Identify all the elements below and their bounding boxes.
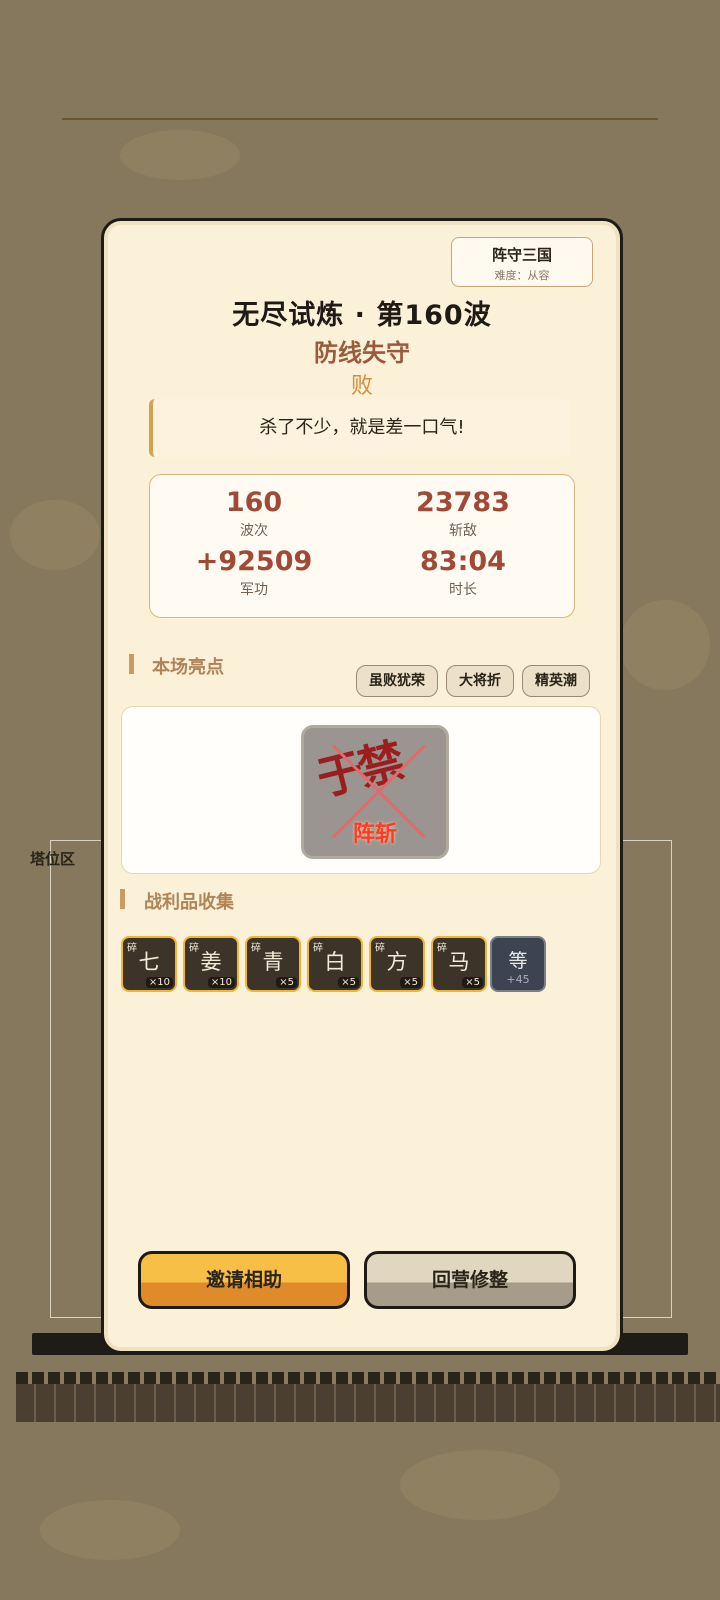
loot-item[interactable]: 碎 方 ×5 <box>369 936 425 992</box>
tower-grid-right <box>618 840 672 1318</box>
loot-char: 七 <box>138 950 160 974</box>
loot-item[interactable]: 碎 姜 ×10 <box>183 936 239 992</box>
loot-char: 青 <box>262 950 284 974</box>
section-marker <box>120 889 125 909</box>
result-quote: 杀了不少，就是差一口气! <box>149 399 571 457</box>
stat-label: 军功 <box>240 582 268 598</box>
tag-glorious-defeat[interactable]: 虽败犹荣 <box>356 665 438 697</box>
general-name: 于禁 <box>309 728 406 809</box>
tower-grid-left <box>50 840 104 1318</box>
loot-char: 马 <box>448 950 470 974</box>
result-status: 败 <box>350 374 373 399</box>
result-modal: 阵守三国 难度：从容 无尽试炼 · 第160波 防线失守 败 杀了不少，就是差一… <box>101 218 623 1354</box>
difficulty-label: 难度：从容 <box>494 269 550 282</box>
loot-qty: ×5 <box>400 977 421 988</box>
loot-item[interactable]: 碎 马 ×5 <box>431 936 487 992</box>
stat-waves: 160 波次 <box>154 487 354 540</box>
stat-merit: +92509 军功 <box>154 546 354 599</box>
background-decoration <box>620 600 710 690</box>
loot-more-count: +45 <box>506 973 530 986</box>
background-decoration <box>400 1450 560 1520</box>
game-badge: 阵守三国 难度：从容 <box>451 237 593 287</box>
background-divider <box>62 118 658 120</box>
loot-more-char: 等 <box>508 950 528 972</box>
retreat-button[interactable]: 回营修整 <box>364 1251 576 1309</box>
background-decoration <box>40 1500 180 1560</box>
stat-duration: 83:04 时长 <box>363 546 563 599</box>
stat-label: 斩敌 <box>449 523 477 539</box>
highlights-heading: 本场亮点 <box>152 657 224 678</box>
stat-value: 23783 <box>416 487 510 518</box>
result-title: 无尽试炼 · 第160波 <box>232 300 492 331</box>
invite-button[interactable]: 邀请相助 <box>138 1251 350 1309</box>
tower-area-label: 塔位区 <box>30 850 76 868</box>
fallen-general-card[interactable]: 于禁 阵斩 <box>301 725 449 859</box>
loot-qty: ×5 <box>338 977 359 988</box>
highlight-box: 于禁 阵斩 <box>121 706 601 874</box>
loot-item[interactable]: 碎 白 ×5 <box>307 936 363 992</box>
stat-value: 83:04 <box>420 546 506 577</box>
stat-label: 波次 <box>240 523 268 539</box>
section-marker <box>129 654 134 674</box>
loot-item[interactable]: 碎 青 ×5 <box>245 936 301 992</box>
stat-value: 160 <box>225 487 283 518</box>
stat-label: 时长 <box>449 582 477 598</box>
tag-general-fallen[interactable]: 大将折 <box>446 665 514 697</box>
loot-qty: ×5 <box>276 977 297 988</box>
stat-kills: 23783 斩敌 <box>363 487 563 540</box>
loot-heading: 战利品收集 <box>144 892 234 913</box>
game-name: 阵守三国 <box>491 246 552 264</box>
loot-item[interactable]: 碎 七 ×10 <box>121 936 177 992</box>
tag-elite-wave[interactable]: 精英潮 <box>522 665 590 697</box>
result-subtitle: 防线失守 <box>314 339 410 367</box>
background-decoration <box>120 130 240 180</box>
background-decoration <box>10 500 100 570</box>
loot-qty: ×10 <box>145 977 173 988</box>
city-wall-battlement <box>16 1372 720 1384</box>
loot-qty: ×10 <box>207 977 235 988</box>
stats-panel: 160 波次 23783 斩敌 +92509 军功 83:04 时长 <box>149 474 575 618</box>
slain-label: 阵斩 <box>352 822 397 847</box>
loot-char: 姜 <box>200 950 222 974</box>
loot-char: 白 <box>324 950 346 974</box>
loot-char: 方 <box>386 950 408 974</box>
loot-more[interactable]: 等 +45 <box>490 936 546 992</box>
stat-value: +92509 <box>195 546 313 577</box>
loot-qty: ×5 <box>462 977 483 988</box>
